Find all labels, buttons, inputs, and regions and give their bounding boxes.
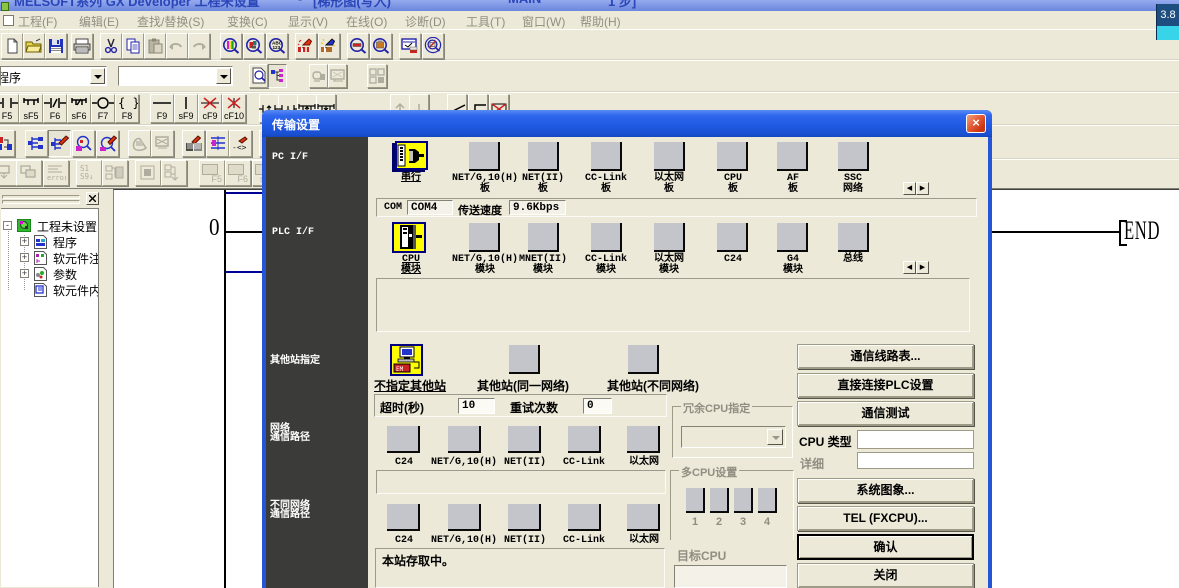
svg-text:EM: EM	[396, 366, 404, 373]
svg-text:error: error	[47, 174, 66, 181]
svg-text:-<>: -<>	[232, 143, 247, 152]
svg-text:S9↓: S9↓	[80, 172, 94, 181]
svg-text:123: 123	[273, 45, 281, 50]
svg-text:{ }: { }	[118, 96, 138, 110]
